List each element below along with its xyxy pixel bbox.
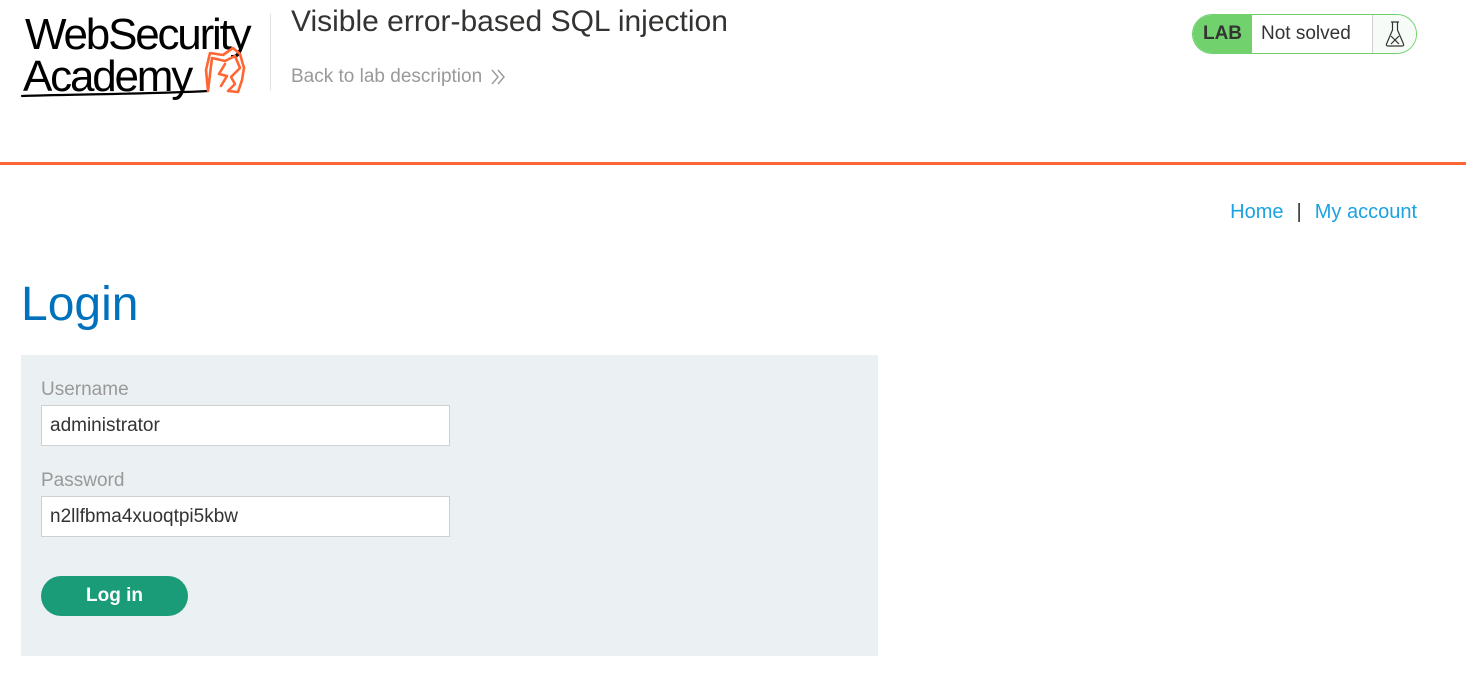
page-title: Login (21, 278, 139, 331)
lab-badge: LAB (1193, 15, 1252, 53)
academy-header: WebSecurity Academy Visible error-based … (0, 0, 1466, 165)
home-link[interactable]: Home (1230, 201, 1283, 224)
header-divider (270, 14, 271, 90)
my-account-link[interactable]: My account (1315, 201, 1417, 224)
lab-title: Visible error-based SQL injection (291, 5, 728, 38)
login-form: Username Password Log in (21, 355, 878, 656)
lab-status-icon-area (1373, 15, 1416, 53)
logo-flame-icon (20, 46, 246, 98)
web-security-academy-logo[interactable]: WebSecurity Academy (20, 12, 268, 102)
lab-status-widget: LAB Not solved (1192, 14, 1417, 54)
lab-status-text: Not solved (1252, 15, 1373, 53)
password-label: Password (41, 470, 125, 491)
back-to-lab-description-link[interactable]: Back to lab description (291, 66, 506, 88)
double-chevron-right-icon (491, 69, 506, 85)
back-link-label: Back to lab description (291, 66, 483, 87)
flask-icon (1385, 21, 1404, 47)
nav-separator: | (1296, 201, 1302, 223)
log-in-button[interactable]: Log in (41, 576, 188, 616)
username-input[interactable] (41, 405, 450, 446)
username-label: Username (41, 379, 129, 400)
password-input[interactable] (41, 496, 450, 537)
top-links-nav: Home | My account (1230, 201, 1417, 224)
